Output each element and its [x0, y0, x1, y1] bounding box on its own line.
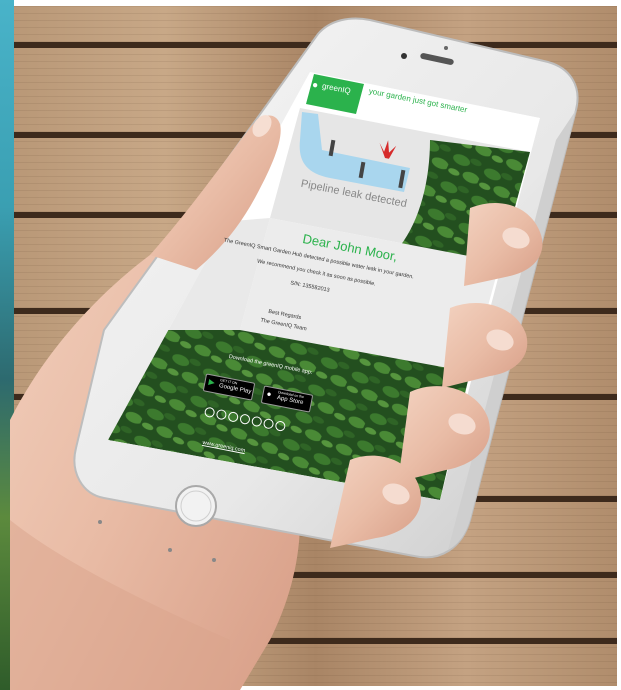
social-icon-5[interactable]: [250, 415, 263, 428]
home-button-icon: [175, 485, 217, 527]
hand-holding-phone-illustration: [10, 17, 579, 690]
camera-icon: [401, 53, 407, 59]
social-icon-4[interactable]: [239, 413, 251, 426]
apple-icon: ●: [265, 389, 273, 399]
social-icon-1[interactable]: [203, 406, 216, 419]
google-play-icon: ▶: [207, 377, 216, 388]
social-icon-6[interactable]: [262, 417, 275, 430]
photo-scene: greenIQ ● your garden just got smarter P…: [0, 0, 621, 690]
social-icon-2[interactable]: [215, 408, 228, 421]
social-icon-3[interactable]: [227, 411, 240, 423]
